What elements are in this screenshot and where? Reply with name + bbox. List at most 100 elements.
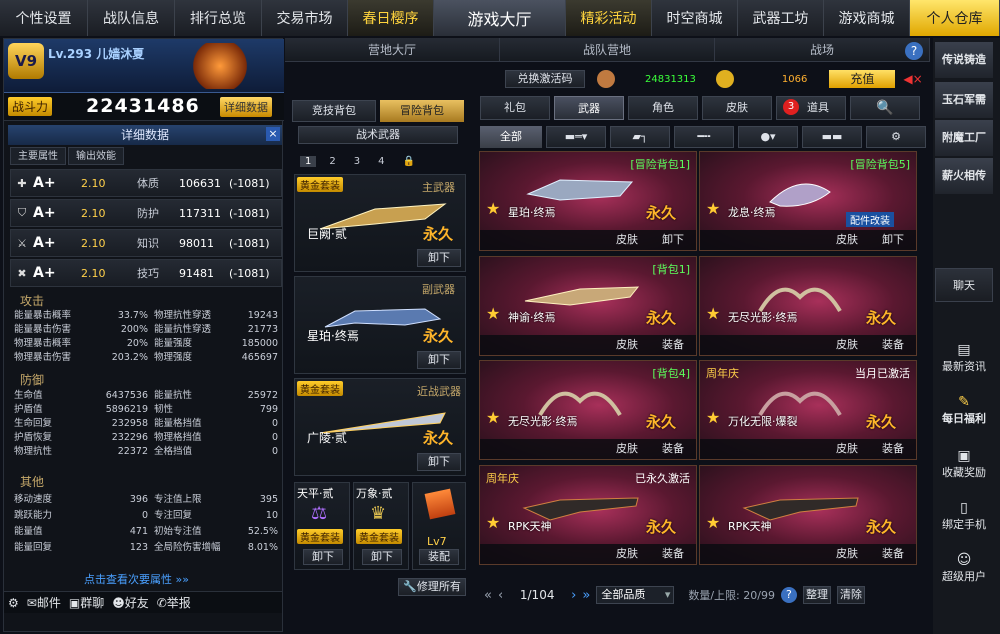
clear-button[interactable]: 清除 (836, 586, 865, 604)
item-card[interactable]: 周年庆 已永久激活 ★ RPK天神 永久 皮肤 装备 (479, 465, 697, 565)
tab-skins[interactable]: 皮肤 (702, 96, 772, 120)
accessory-slot-2[interactable]: 万象·贰 ♛ 黄金套装 卸下 (353, 482, 409, 570)
enchant-factory-button[interactable]: 附魔工厂 (935, 120, 993, 156)
group-chat-button[interactable]: ▣群聊 (69, 594, 104, 611)
bookmark-reward-button[interactable]: ▣ 收藏奖励 (935, 448, 993, 488)
nav-spring-event[interactable]: 春日樱序 (348, 0, 434, 36)
item-card[interactable]: [背包4] ★ 无尽光影·终焉 永久 皮肤 装备 (479, 360, 697, 460)
filter-rifle-icon[interactable]: ▬═▾ (546, 126, 606, 148)
sort-button[interactable]: 整理 (802, 586, 831, 604)
nav-weapon-workshop[interactable]: 武器工坊 (738, 0, 824, 36)
bind-phone-button[interactable]: ▯ 绑定手机 (935, 500, 993, 540)
nav-personal-settings[interactable]: 个性设置 (0, 0, 88, 36)
page-1[interactable]: 1 (300, 156, 317, 167)
recharge-button[interactable]: 充值 (829, 70, 896, 88)
help-icon[interactable]: ? (780, 587, 797, 603)
unequip-button[interactable]: 卸下 (417, 249, 461, 267)
tab-packages[interactable]: 礼包 (480, 96, 550, 120)
item-card[interactable]: 周年庆 当月已激活 ★ 万化无限·爆裂 永久 皮肤 装备 (699, 360, 917, 460)
equip-button[interactable]: 装备 (650, 335, 696, 355)
equip-button[interactable]: 装备 (650, 439, 696, 459)
unequip-button[interactable]: 卸下 (650, 230, 696, 250)
unequip-button[interactable]: 卸下 (362, 549, 402, 565)
next-page-icon[interactable]: › (571, 588, 576, 603)
mail-button[interactable]: ✉邮件 (27, 594, 61, 611)
skin-button[interactable]: 皮肤 (604, 335, 650, 355)
item-card[interactable]: [冒险背包1] ★ 星珀·终焉 永久 皮肤 卸下 (479, 151, 697, 251)
skin-button[interactable]: 皮肤 (604, 439, 650, 459)
tab-team-camp[interactable]: 战队营地 (500, 38, 715, 61)
nav-personal-warehouse[interactable]: 个人仓库 (910, 0, 1000, 36)
super-user-button[interactable]: ☺ 超级用户 (935, 552, 993, 592)
tab-camp-hall[interactable]: 营地大厅 (285, 38, 500, 61)
daily-bonus-button[interactable]: ✎ 每日福利 (935, 394, 993, 434)
unequip-button[interactable]: 卸下 (303, 549, 343, 565)
repair-all-button[interactable]: 🔧修理所有 (398, 578, 466, 596)
item-card[interactable]: ★ 无尽光影·终焉 永久 皮肤 装备 (699, 256, 917, 356)
equip-button[interactable]: 装备 (870, 335, 916, 355)
skin-button[interactable]: 皮肤 (604, 544, 650, 564)
page-2[interactable]: 2 (324, 156, 340, 167)
equip-button[interactable]: 装配 (419, 549, 459, 565)
nav-market[interactable]: 交易市场 (262, 0, 348, 36)
skin-button[interactable]: 皮肤 (824, 439, 870, 459)
item-card[interactable]: [背包1] ★ 神谕·终焉 永久 皮肤 装备 (479, 256, 697, 356)
tab-adventure-bag[interactable]: 冒险背包 (380, 100, 464, 122)
secondary-weapon-slot[interactable]: 副武器 星珀·终焉 永久 卸下 (294, 276, 466, 374)
page-4[interactable]: 4 (373, 156, 389, 167)
nav-game-shop[interactable]: 游戏商城 (824, 0, 910, 36)
last-page-icon[interactable]: » (582, 588, 590, 603)
unequip-button[interactable]: 卸下 (417, 453, 461, 471)
search-button[interactable]: 🔍 (850, 96, 920, 120)
report-button[interactable]: ✆举报 (157, 594, 191, 611)
tab-characters[interactable]: 角色 (628, 96, 698, 120)
nav-time-shop[interactable]: 时空商城 (652, 0, 738, 36)
prev-page-icon[interactable]: ‹ (498, 588, 503, 603)
equip-button[interactable]: 装备 (650, 544, 696, 564)
nav-events[interactable]: 精彩活动 (566, 0, 652, 36)
tab-battlefield[interactable]: 战场 (715, 38, 930, 61)
equip-button[interactable]: 装备 (870, 439, 916, 459)
filter-heavy-icon[interactable]: ▬▬ (802, 126, 862, 148)
legend-forge-button[interactable]: 传说铸造 (935, 42, 993, 78)
filter-melee-icon[interactable]: ━╍ (674, 126, 734, 148)
nav-rankings[interactable]: 排行总览 (175, 0, 262, 36)
equip-button[interactable]: 装备 (870, 544, 916, 564)
help-icon[interactable]: ? (905, 42, 923, 60)
item-card[interactable]: ★ RPK天神 永久 皮肤 装备 (699, 465, 917, 565)
legacy-button[interactable]: 薪火相传 (935, 158, 993, 194)
friends-button[interactable]: ☻好友 (112, 594, 149, 611)
news-button[interactable]: ▤ 最新资讯 (935, 342, 993, 382)
skin-button[interactable]: 皮肤 (824, 335, 870, 355)
quality-select[interactable]: 全部品质 ▾ (596, 586, 675, 604)
gear-slot[interactable]: Lv7 装配 (412, 482, 466, 570)
accessory-slot-1[interactable]: 天平·贰 ⚖ 黄金套装 卸下 (294, 482, 350, 570)
tab-weapons[interactable]: 武器 (554, 96, 624, 120)
nav-team-info[interactable]: 战队信息 (88, 0, 175, 36)
skin-button[interactable]: 皮肤 (824, 544, 870, 564)
tab-items[interactable]: 3 道具 (776, 96, 846, 120)
close-icon[interactable]: × (266, 127, 280, 141)
skin-button[interactable]: 皮肤 (604, 230, 650, 250)
page-3[interactable]: 3 (349, 156, 365, 167)
chat-button[interactable]: 聊天 (935, 268, 993, 302)
unequip-button[interactable]: 卸下 (417, 351, 461, 369)
settings-icon[interactable]: ⚙ (8, 596, 19, 610)
skin-button[interactable]: 皮肤 (824, 230, 870, 250)
main-weapon-slot[interactable]: 黄金套装 主武器 巨阙·贰 永久 卸下 (294, 174, 466, 272)
tab-output[interactable]: 输出效能 (68, 147, 124, 165)
redeem-code-button[interactable]: 兑换激活码 (505, 70, 585, 88)
filter-settings-icon[interactable]: ⚙ (866, 126, 926, 148)
jade-supply-button[interactable]: 玉石军需 (935, 82, 993, 118)
sound-icon[interactable]: ◀× (903, 72, 922, 86)
unequip-button[interactable]: 卸下 (870, 230, 916, 250)
tab-main-attrs[interactable]: 主要属性 (10, 147, 66, 165)
filter-pistol-icon[interactable]: ▰┐ (610, 126, 670, 148)
detail-data-button[interactable]: 详细数据 (220, 97, 272, 117)
nav-game-hall[interactable]: 游戏大厅 (434, 0, 566, 36)
tab-arena-bag[interactable]: 竞技背包 (292, 100, 376, 122)
first-page-icon[interactable]: « (484, 588, 492, 603)
item-card[interactable]: [冒险背包5] ★ 龙息·终焉 配件改装 皮肤 卸下 (699, 151, 917, 251)
secondary-attrs-link[interactable]: 点击查看次要属性 »» (84, 571, 189, 587)
filter-grenade-icon[interactable]: ●▾ (738, 126, 798, 148)
